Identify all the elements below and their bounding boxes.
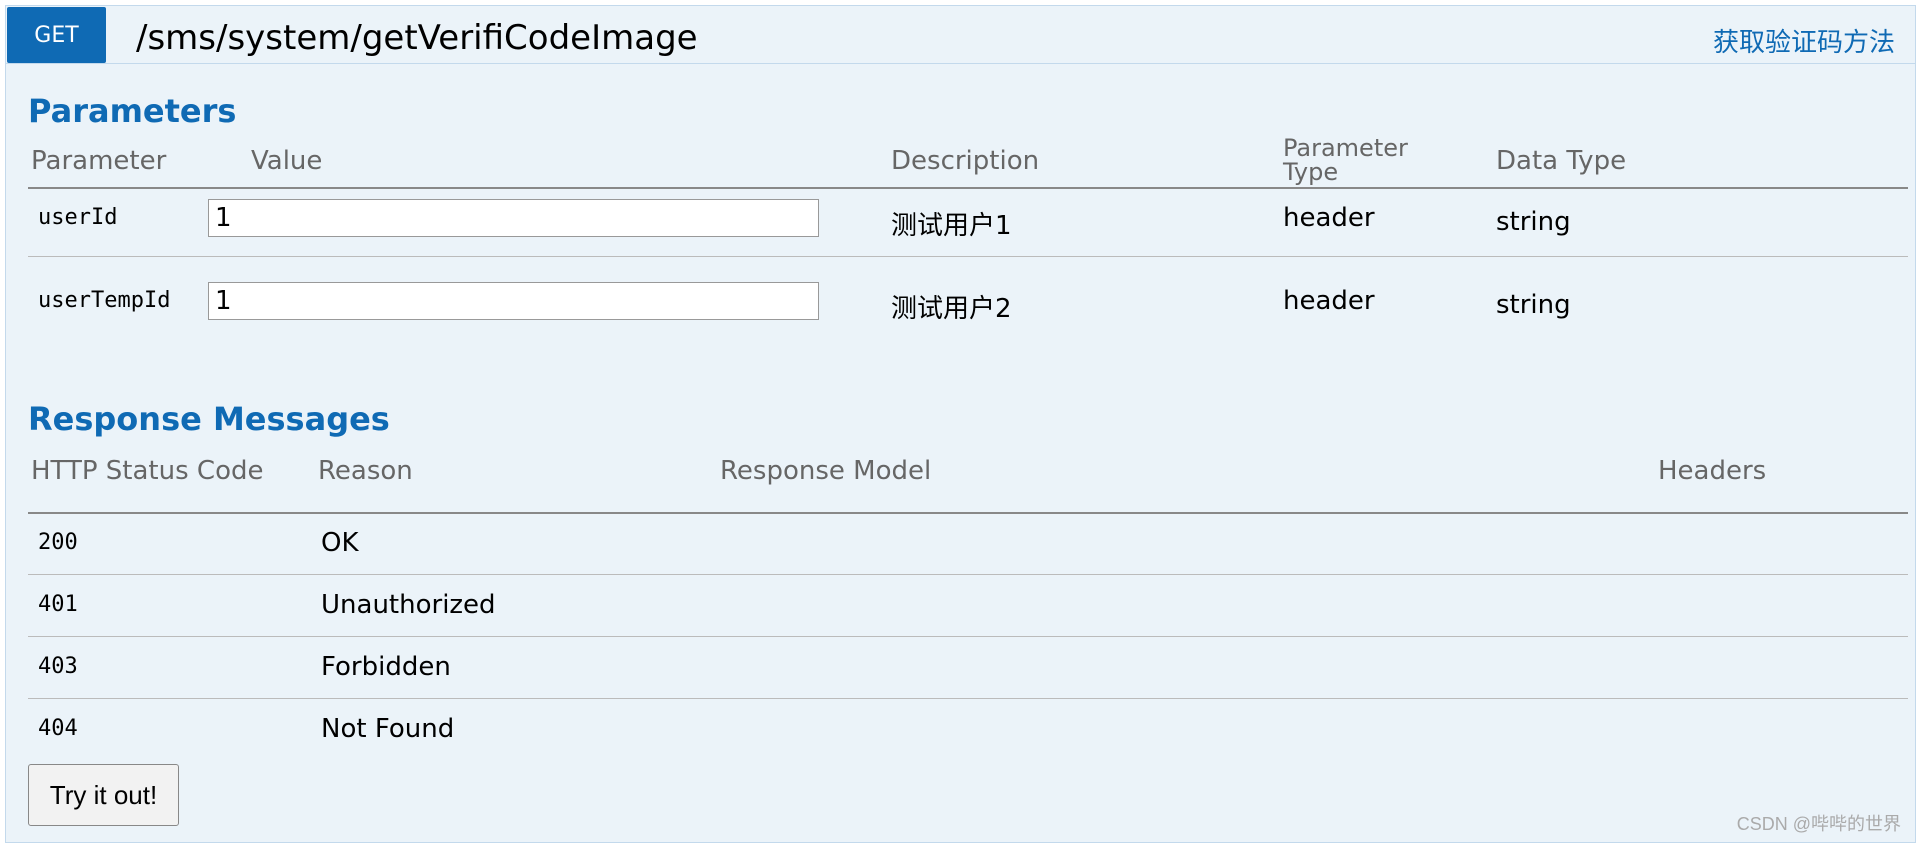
col-response-model: Response Model — [720, 456, 932, 486]
status-code: 404 — [38, 716, 78, 741]
status-reason: Forbidden — [321, 652, 451, 682]
status-code: 200 — [38, 530, 78, 555]
userid-value-input[interactable] — [208, 199, 819, 237]
col-description: Description — [891, 146, 1040, 176]
watermark: CSDN @哔哔的世界 — [1736, 814, 1901, 834]
param-description: 测试用户1 — [891, 211, 1012, 241]
param-description: 测试用户2 — [891, 294, 1012, 324]
parameters-title: Parameters — [28, 92, 237, 130]
col-headers: Headers — [1658, 456, 1767, 486]
operation-panel: GET /sms/system/getVerifiCodeImage 获取验证码… — [5, 5, 1916, 843]
param-type: header — [1283, 286, 1375, 316]
col-data-type: Data Type — [1496, 146, 1627, 176]
row-divider — [28, 636, 1908, 637]
col-status-code: HTTP Status Code — [31, 456, 264, 486]
row-divider — [28, 698, 1908, 699]
col-reason: Reason — [318, 456, 413, 486]
param-data-type: string — [1496, 290, 1571, 320]
param-data-type: string — [1496, 207, 1571, 237]
status-reason: Unauthorized — [321, 590, 496, 620]
usertempid-value-input[interactable] — [208, 282, 819, 320]
try-it-out-button[interactable]: Try it out! — [28, 764, 179, 826]
param-type: header — [1283, 203, 1375, 233]
row-divider — [28, 574, 1908, 575]
status-code: 403 — [38, 654, 78, 679]
param-name: userTempId — [38, 288, 171, 313]
param-name: userId — [38, 205, 118, 230]
http-method-badge[interactable]: GET — [7, 7, 106, 63]
col-parameter: Parameter — [31, 146, 167, 176]
status-reason: Not Found — [321, 714, 455, 744]
responses-header-rule — [28, 512, 1908, 514]
response-messages-title: Response Messages — [28, 400, 390, 438]
status-reason: OK — [321, 528, 359, 558]
row-divider — [28, 256, 1908, 257]
parameters-header-rule — [28, 187, 1908, 189]
operation-heading[interactable]: GET /sms/system/getVerifiCodeImage 获取验证码… — [6, 6, 1915, 64]
col-value: Value — [251, 146, 323, 176]
status-code: 401 — [38, 592, 78, 617]
operation-summary[interactable]: 获取验证码方法 — [1713, 22, 1895, 59]
col-parameter-type: Parameter Type — [1283, 134, 1408, 186]
operation-path[interactable]: /sms/system/getVerifiCodeImage — [136, 18, 698, 58]
